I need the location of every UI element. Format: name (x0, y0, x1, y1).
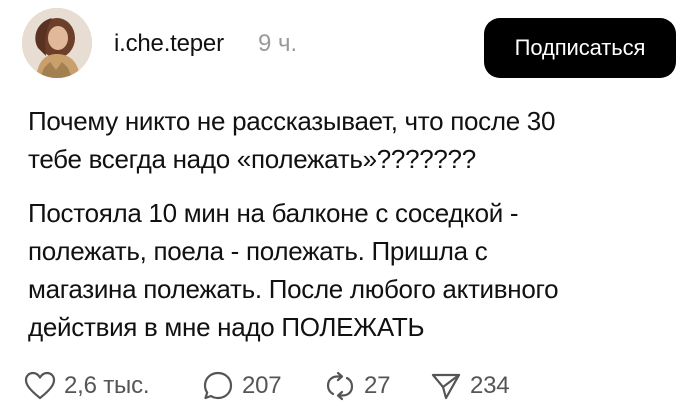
threads-post: i.che.teper 9 ч. Подписаться Почему никт… (0, 0, 700, 420)
post-text-line: Постояла 10 мин на балконе с соседкой - (28, 198, 519, 228)
repost-arrows-icon (326, 371, 354, 401)
subscribe-button[interactable]: Подписаться (484, 18, 676, 78)
post-timestamp: 9 ч. (258, 30, 298, 57)
speech-bubble-icon (203, 371, 233, 400)
post-text-line: магазина полежать. После любого активног… (28, 274, 559, 304)
like-button[interactable]: 2,6 тыс. (24, 366, 150, 406)
comment-count: 207 (242, 372, 282, 399)
post-header: i.che.teper 9 ч. Подписаться (22, 8, 678, 78)
post-text-line: тебе всегда надо «полежать»??????? (28, 144, 476, 174)
repost-count: 27 (364, 372, 391, 399)
like-count: 2,6 тыс. (64, 372, 150, 399)
avatar[interactable] (22, 8, 92, 78)
post-text-paragraph-2: Постояла 10 мин на балконе с соседкой - … (28, 194, 668, 346)
post-text-line: действия в мне надо ПОЛЕЖАТЬ (28, 312, 425, 342)
repost-button[interactable]: 27 (324, 366, 390, 406)
comment-button[interactable]: 207 (202, 366, 282, 406)
paper-plane-icon (431, 373, 461, 400)
share-count: 234 (470, 372, 510, 399)
username[interactable]: i.che.teper (114, 30, 224, 58)
post-text-line: Почему никто не рассказывает, что после … (28, 106, 556, 136)
heart-icon (24, 371, 56, 400)
share-button[interactable]: 234 (430, 366, 510, 406)
post-text-paragraph-1: Почему никто не рассказывает, что после … (28, 102, 668, 178)
post-text-line: полежать, поела - полежать. Пришла с (28, 236, 488, 266)
avatar-image (22, 8, 92, 78)
post-actions-bar: 2,6 тыс. 207 27 234 (22, 366, 682, 406)
